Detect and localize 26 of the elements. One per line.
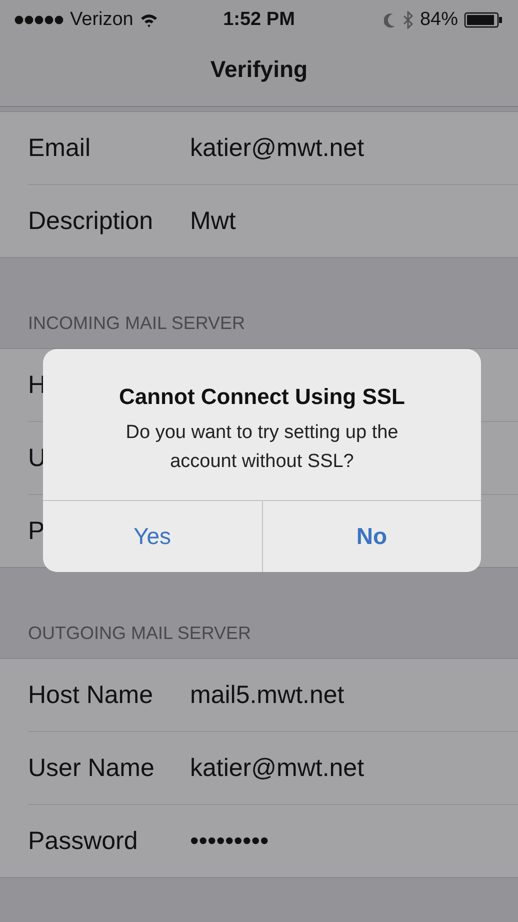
alert-button[interactable]: No: [262, 501, 481, 572]
field-label: Host Name: [28, 680, 154, 710]
screen-title: Verifying: [210, 56, 308, 84]
section-header: INCOMING MAIL SERVER: [28, 313, 246, 334]
alert-message: Do you want to try setting up the account without SSL?: [124, 421, 400, 474]
field-value[interactable]: katier@mwt.net: [190, 134, 364, 162]
carrier-name: Verizon: [70, 9, 134, 31]
wifi-icon: [139, 12, 160, 28]
field-value[interactable]: Mwt: [190, 206, 236, 236]
section-header: OUTGOING MAIL SERVER: [28, 623, 252, 644]
bluetooth-icon: [402, 11, 414, 29]
field-label: Password: [28, 826, 138, 856]
battery-icon: [464, 12, 504, 28]
field-label: Email: [28, 134, 91, 162]
field-value[interactable]: •••••••••: [190, 826, 269, 856]
field-value[interactable]: mail5.mwt.net: [190, 680, 344, 710]
moon-icon: [384, 12, 396, 28]
field-label: Description: [28, 206, 154, 236]
alert-title: Cannot Connect Using SSL: [118, 383, 406, 411]
field-value[interactable]: katier@mwt.net: [190, 754, 364, 782]
field-label: P: [28, 516, 45, 546]
signal-icon: [14, 14, 64, 26]
battery-percent: 84%: [420, 9, 458, 31]
alert-button[interactable]: Yes: [43, 501, 262, 572]
field-label: User Name: [28, 754, 154, 782]
clock-time: 1:52 PM: [223, 9, 295, 30]
